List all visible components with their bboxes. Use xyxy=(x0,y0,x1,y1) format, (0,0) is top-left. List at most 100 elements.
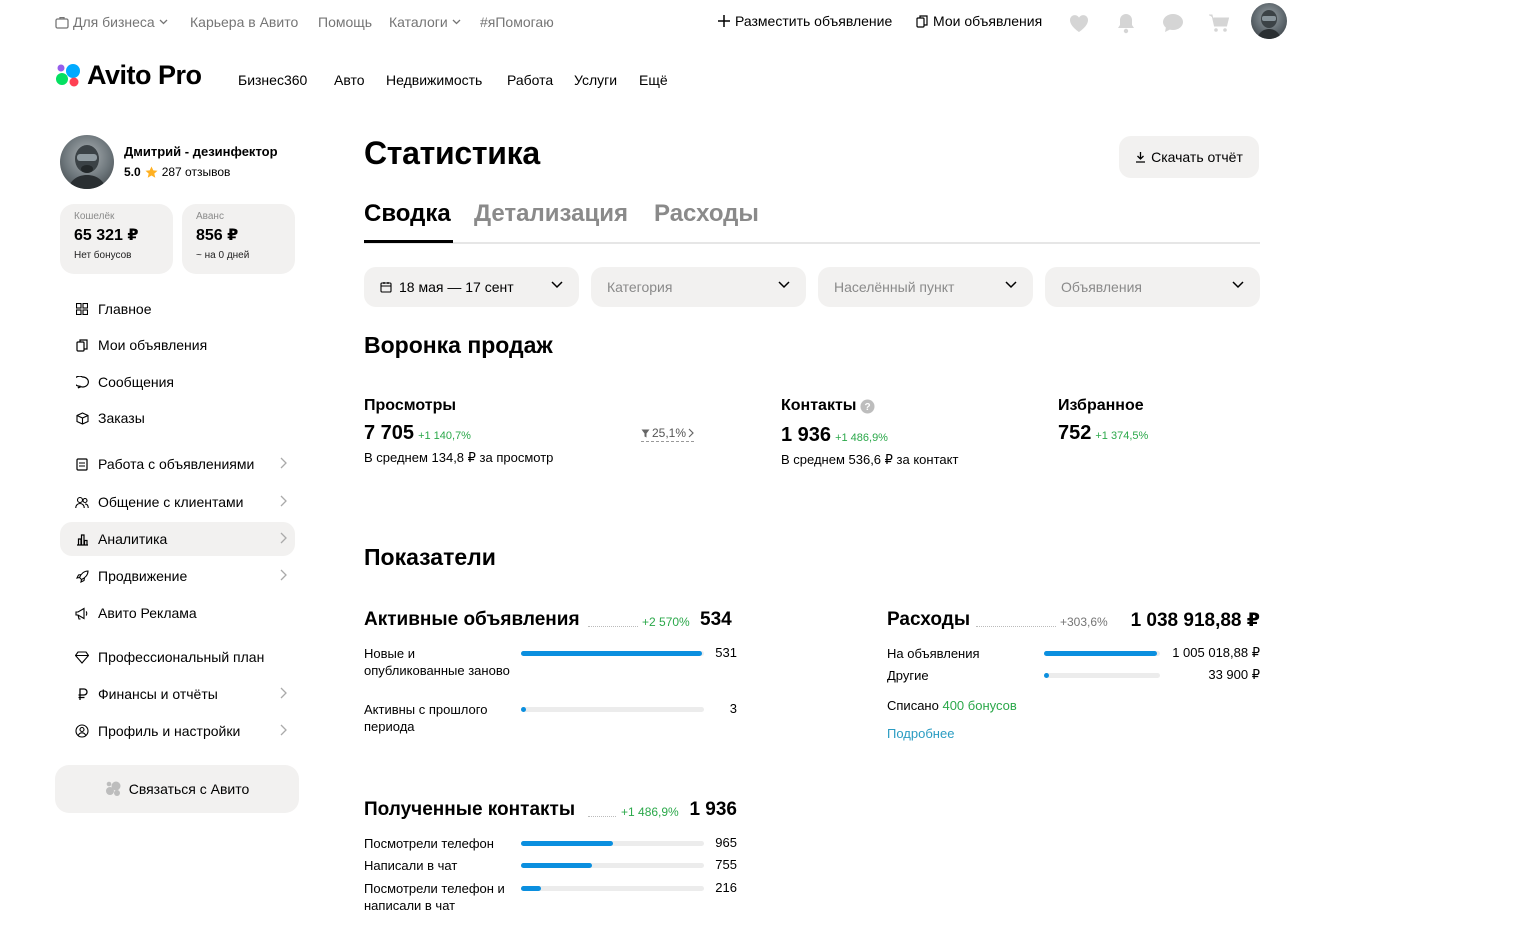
sidebar-item-label: Работа с объявлениями xyxy=(98,456,255,472)
chevron-down-icon xyxy=(1232,281,1244,289)
wallet-card[interactable]: Кошелёк 65 321 ₽ Нет бонусов xyxy=(60,204,173,274)
more-details-link[interactable]: Подробнее xyxy=(887,726,954,741)
advance-value: 856 ₽ xyxy=(196,227,239,244)
expenses-delta: +303,6% xyxy=(1060,615,1108,629)
career-link[interactable]: Карьера в Авито xyxy=(190,14,298,30)
download-report-label: Скачать отчёт xyxy=(1151,149,1243,165)
user-icon xyxy=(74,723,90,739)
expenses-row-label: На объявления xyxy=(887,646,980,661)
favorites-label: Избранное xyxy=(1058,397,1144,414)
business-menu[interactable]: Для бизнеса xyxy=(55,14,168,30)
sidebar-item-promotion[interactable]: Продвижение xyxy=(60,559,295,593)
active-ads-bar xyxy=(521,707,704,712)
profile-name[interactable]: Дмитрий - дезинфектор xyxy=(124,144,278,159)
logo-text: Avito Pro xyxy=(87,60,202,90)
nav-auto[interactable]: Авто xyxy=(334,72,365,88)
contacts-row-label: Посмотрели телефон xyxy=(364,836,494,851)
sidebar-item-avito-ads[interactable]: Авито Реклама xyxy=(60,596,295,630)
conversion-link[interactable]: 25,1% xyxy=(641,426,695,442)
help-icon[interactable]: ? xyxy=(860,399,875,414)
nav-realty[interactable]: Недвижимость xyxy=(386,72,482,88)
ihelp-link[interactable]: #яПомогаю xyxy=(480,14,554,30)
download-report-button[interactable]: Скачать отчёт xyxy=(1119,136,1259,178)
chevron-down-icon xyxy=(452,19,461,25)
category-filter[interactable]: Категория xyxy=(591,267,806,307)
sidebar-item-ads-work[interactable]: Работа с объявлениями xyxy=(60,447,295,481)
avito-pro-logo[interactable]: Avito Pro xyxy=(55,60,202,91)
favorites-value: 752 xyxy=(1058,422,1092,444)
expenses-total: 1 038 918,88 ₽ xyxy=(1130,610,1260,631)
help-link[interactable]: Помощь xyxy=(318,14,372,30)
copy-icon xyxy=(916,14,928,28)
city-filter[interactable]: Населённый пункт xyxy=(818,267,1033,307)
cart-icon[interactable] xyxy=(1206,10,1232,36)
contacts-row-value: 755 xyxy=(715,857,737,872)
ads-filter[interactable]: Объявления xyxy=(1045,267,1260,307)
chevron-right-icon xyxy=(280,687,287,699)
chevron-right-icon xyxy=(280,532,287,544)
contacts-block-title: Полученные контакты xyxy=(364,799,576,820)
bar-fill xyxy=(521,863,593,868)
chat-icon xyxy=(74,374,90,390)
bonus-value: 400 бонусов xyxy=(942,698,1017,713)
tabs: Сводка Детализация Расходы xyxy=(364,200,1260,244)
active-ads-bar xyxy=(521,651,704,656)
tab-summary[interactable]: Сводка xyxy=(364,200,451,228)
sidebar-item-clients[interactable]: Общение с клиентами xyxy=(60,485,295,519)
sidebar-item-label: Главное xyxy=(98,301,152,317)
messages-chat-icon[interactable] xyxy=(1160,10,1186,36)
date-range-value: 18 мая — 17 сент xyxy=(399,279,514,295)
contacts-bar xyxy=(521,886,704,891)
ads-icon xyxy=(74,456,90,472)
nav-services[interactable]: Услуги xyxy=(574,72,617,88)
post-ad-button[interactable]: Разместить объявление xyxy=(718,13,892,29)
chevron-down-icon xyxy=(1005,281,1017,289)
favorites-heart-icon[interactable] xyxy=(1066,10,1092,36)
sidebar-item-pro-plan[interactable]: Профессиональный план xyxy=(60,640,295,674)
sidebar-item-messages[interactable]: Сообщения xyxy=(60,365,295,399)
sidebar-item-analytics[interactable]: Аналитика xyxy=(60,522,295,556)
nav-more[interactable]: Ещё xyxy=(639,72,668,88)
active-ads-row-label: Новые и опубликованные заново xyxy=(364,646,510,678)
indicators-title: Показатели xyxy=(364,544,496,570)
sidebar-item-label: Финансы и отчёты xyxy=(98,686,218,702)
contacts-label-row: Контакты ? xyxy=(781,397,875,415)
date-range-filter[interactable]: 18 мая — 17 сент xyxy=(364,267,579,307)
wallet-label: Кошелёк xyxy=(74,211,115,222)
contacts-value-row: 1 936 +1 486,9% xyxy=(781,424,888,447)
bonus-writeoff: Списано 400 бонусов xyxy=(887,698,1017,713)
ads-placeholder: Объявления xyxy=(1061,279,1142,295)
profile-rating[interactable]: 5.0 287 отзывов xyxy=(124,165,230,179)
active-ads-total: 534 xyxy=(700,609,732,630)
profile-avatar[interactable] xyxy=(60,135,114,189)
city-placeholder: Населённый пункт xyxy=(834,279,955,295)
tab-details[interactable]: Детализация xyxy=(474,200,628,228)
user-avatar[interactable] xyxy=(1251,3,1287,39)
sidebar-item-orders[interactable]: Заказы xyxy=(60,401,295,435)
favorites-value-row: 752 +1 374,5% xyxy=(1058,422,1148,445)
catalogs-menu[interactable]: Каталоги xyxy=(389,14,461,30)
active-ads-row-value: 531 xyxy=(715,645,737,660)
sidebar-item-finance[interactable]: Финансы и отчёты xyxy=(60,677,295,711)
nav-jobs[interactable]: Работа xyxy=(507,72,553,88)
sidebar-item-label: Заказы xyxy=(98,410,145,426)
chevron-down-icon xyxy=(159,19,168,25)
active-ads-delta: +2 570% xyxy=(642,615,690,629)
sidebar-item-my-ads[interactable]: Мои объявления xyxy=(60,328,295,362)
contacts-block-total: 1 936 xyxy=(689,799,737,820)
my-ads-link[interactable]: Мои объявления xyxy=(916,13,1042,29)
contact-avito-button[interactable]: Связаться с Авито xyxy=(55,765,299,813)
tab-expenses[interactable]: Расходы xyxy=(654,200,759,228)
sidebar-item-profile-settings[interactable]: Профиль и настройки xyxy=(60,714,295,748)
advance-card[interactable]: Аванс 856 ₽ ~ на 0 дней xyxy=(182,204,295,274)
sidebar-item-label: Продвижение xyxy=(98,568,188,584)
chart-icon xyxy=(74,531,90,547)
sidebar-item-label: Общение с клиентами xyxy=(98,494,244,510)
notifications-bell-icon[interactable] xyxy=(1113,10,1139,36)
nav-business360[interactable]: Бизнес360 xyxy=(238,72,307,88)
contacts-row-label: Написали в чат xyxy=(364,858,458,873)
users-icon xyxy=(74,494,90,510)
sidebar-item-main[interactable]: Главное xyxy=(60,292,295,326)
bar-fill xyxy=(521,707,527,712)
bar-fill xyxy=(521,651,703,656)
